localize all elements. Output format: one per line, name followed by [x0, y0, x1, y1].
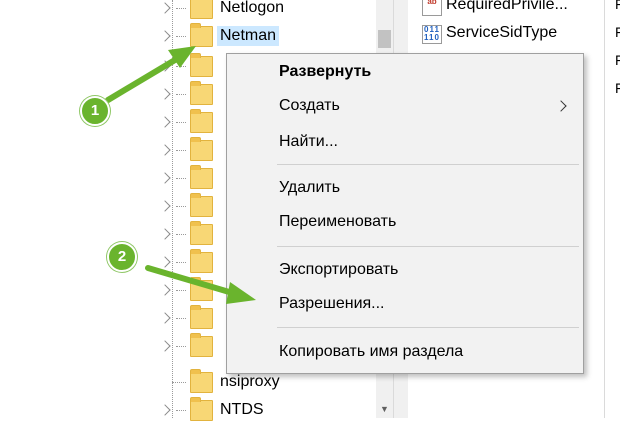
column-text: F [615, 0, 620, 12]
folder-icon [190, 81, 213, 105]
folder-icon [190, 109, 213, 133]
expand-chevron-icon[interactable] [159, 284, 171, 296]
menu-item-permissions[interactable]: Разрешения... [227, 288, 583, 320]
value-name: RequiredPrivile... [446, 0, 568, 13]
menu-item-find[interactable]: Найти... [227, 126, 583, 158]
folder-icon [190, 305, 213, 329]
folder-icon [190, 137, 213, 161]
annotation-badge-1: 1 [80, 96, 110, 126]
menu-separator [277, 246, 579, 247]
expand-chevron-icon[interactable] [159, 2, 171, 14]
folder-icon [190, 369, 213, 393]
expand-chevron-icon[interactable] [159, 60, 171, 72]
menu-item-delete[interactable]: Удалить [227, 172, 583, 204]
annotation-badge-2: 2 [107, 242, 137, 272]
tree-item-label: Netlogon [220, 0, 285, 16]
folder-icon [190, 165, 213, 189]
context-menu: Развернуть Создать Найти... Удалить Пере… [226, 53, 584, 374]
scroll-down-arrow-icon[interactable]: ▼ [380, 404, 389, 414]
menu-item-label: Найти... [279, 133, 338, 150]
menu-item-label: Развернуть [279, 63, 372, 80]
tree-item-netlogon[interactable]: Netlogon [0, 0, 376, 22]
scrollbar-thumb[interactable] [378, 30, 391, 48]
column-text: F [615, 80, 620, 96]
expand-chevron-icon[interactable] [159, 88, 171, 100]
value-row[interactable]: 011 110 ServiceSidType [422, 22, 612, 46]
expand-chevron-icon[interactable] [159, 30, 171, 42]
expand-chevron-icon[interactable] [159, 340, 171, 352]
submenu-arrow-icon [555, 100, 567, 112]
tree-item-label: Netman [217, 26, 280, 46]
menu-item-label: Создать [279, 97, 340, 114]
tree-item-netman[interactable]: Netman [0, 22, 376, 50]
menu-item-label: Разрешения... [279, 295, 385, 312]
menu-item-create[interactable]: Создать [227, 90, 583, 122]
menu-item-label: Экспортировать [279, 261, 399, 278]
folder-icon [190, 277, 213, 301]
column-text: F [615, 24, 620, 40]
expand-chevron-icon[interactable] [159, 116, 171, 128]
tree-item-label: NTDS [220, 401, 264, 418]
folder-icon [190, 193, 213, 217]
expand-chevron-icon[interactable] [159, 256, 171, 268]
folder-icon [190, 0, 213, 19]
binary-value-icon: 011 110 [422, 25, 442, 44]
value-row[interactable]: ab RequiredPrivile... [422, 0, 612, 18]
expand-chevron-icon[interactable] [159, 200, 171, 212]
folder-icon [190, 23, 213, 47]
menu-item-copy-key-name[interactable]: Копировать имя раздела [227, 336, 583, 368]
string-value-icon: ab [422, 0, 442, 16]
menu-item-expand[interactable]: Развернуть [227, 56, 583, 88]
folder-icon [190, 249, 213, 273]
value-name: ServiceSidType [446, 24, 558, 41]
menu-item-rename[interactable]: Переименовать [227, 206, 583, 238]
values-type-column: F F F F [604, 0, 620, 418]
menu-separator [277, 164, 579, 165]
folder-icon [190, 333, 213, 357]
folder-icon [190, 221, 213, 245]
menu-item-export[interactable]: Экспортировать [227, 254, 583, 286]
expand-chevron-icon[interactable] [159, 144, 171, 156]
expand-chevron-icon[interactable] [159, 404, 171, 416]
tree-item-ntds[interactable]: NTDS [0, 396, 376, 424]
column-text: F [615, 52, 620, 68]
expand-chevron-icon[interactable] [159, 172, 171, 184]
tree-item-label: nsiproxy [220, 373, 280, 390]
menu-item-label: Переименовать [279, 213, 397, 230]
expand-chevron-icon[interactable] [159, 228, 171, 240]
folder-icon [190, 53, 213, 77]
menu-separator [277, 327, 579, 328]
menu-item-label: Копировать имя раздела [279, 343, 464, 360]
expand-chevron-icon[interactable] [159, 312, 171, 324]
menu-item-label: Удалить [279, 179, 341, 196]
